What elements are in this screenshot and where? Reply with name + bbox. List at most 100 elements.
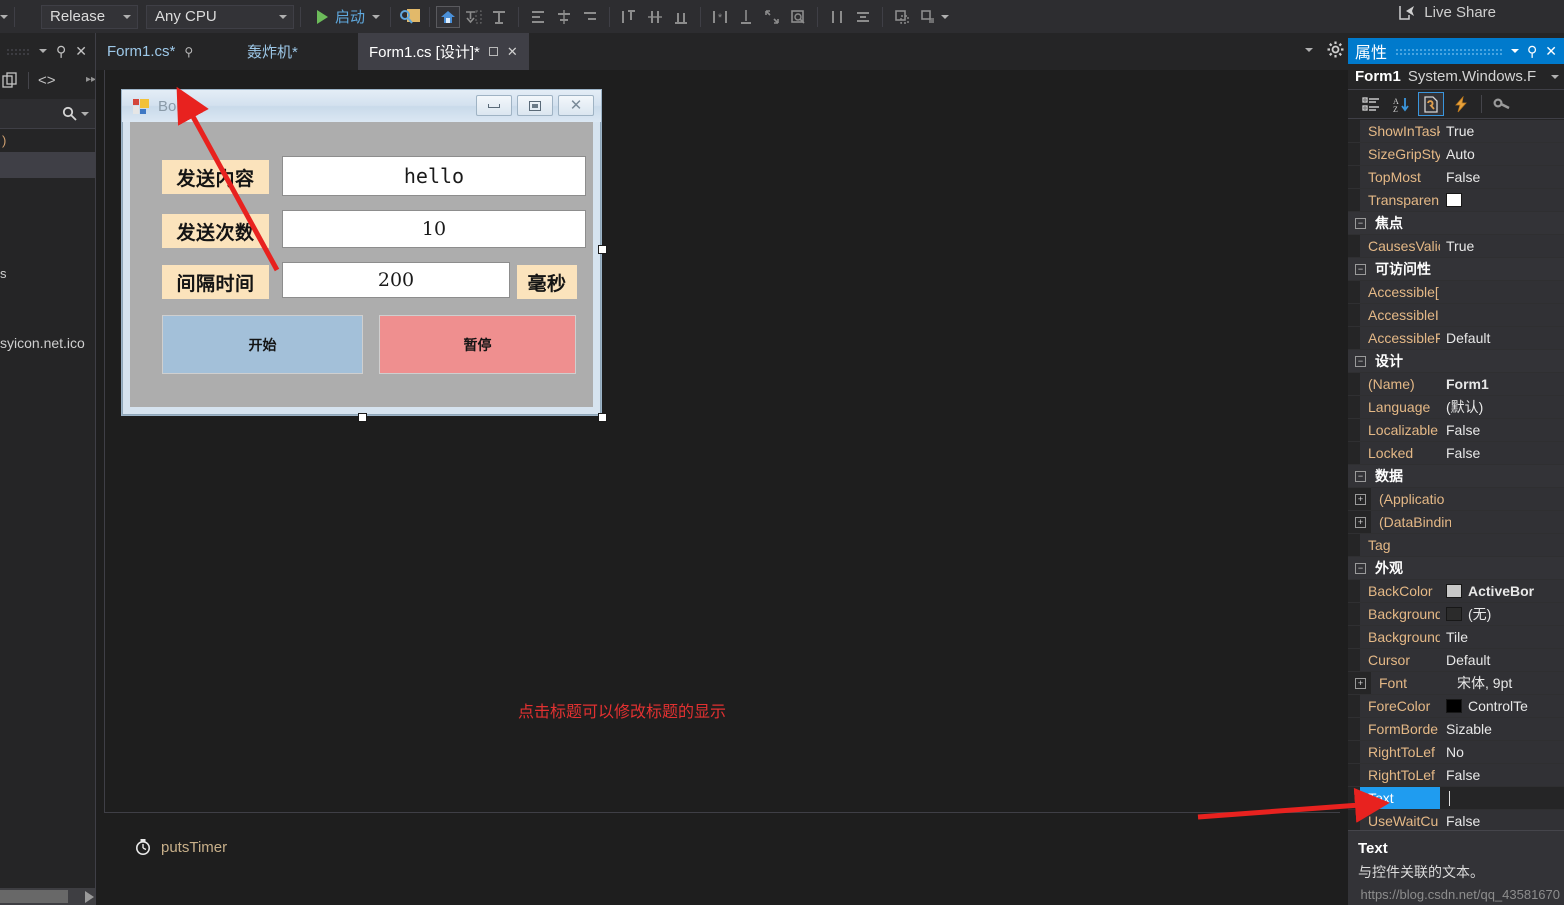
send-to-back-icon[interactable] [915,4,941,30]
property-name[interactable]: Cursor [1360,649,1440,671]
component-tray[interactable]: putsTimer [104,812,1340,905]
property-row[interactable]: + Font 宋体, 9pt [1348,672,1564,695]
gear-icon[interactable] [1327,41,1344,58]
align-to-grid-icon[interactable] [486,4,512,30]
property-category-row[interactable]: − 焦点 [1348,212,1564,235]
property-value[interactable] [1440,534,1564,556]
scrollbar-thumb[interactable] [0,890,68,903]
live-share-button[interactable]: Live Share [1398,4,1496,21]
chevron-down-icon[interactable] [39,49,47,53]
property-name[interactable]: AccessibleI [1360,304,1440,326]
property-category-row[interactable]: − 外观 [1348,557,1564,580]
align-rights-icon[interactable] [577,4,603,30]
property-category-row[interactable]: − 设计 [1348,350,1564,373]
property-name[interactable]: BackColor [1360,580,1440,602]
tab-form1-designer[interactable]: Form1.cs [设计]* ✕ [358,33,529,70]
property-row[interactable]: + (DataBindin [1348,511,1564,534]
property-value[interactable]: True [1440,235,1564,257]
property-expander-icon[interactable]: + [1355,516,1366,528]
form-minimize-button[interactable] [476,95,512,116]
property-value[interactable]: False [1440,810,1564,832]
start-debug-button[interactable]: 启动 [307,6,384,27]
pin-icon[interactable]: ⚲ [184,45,193,59]
property-row[interactable]: Language (默认) [1348,396,1564,419]
solution-search-box[interactable] [0,99,96,129]
chevron-down-icon[interactable] [372,14,381,19]
close-icon[interactable]: ✕ [75,44,87,58]
property-value[interactable]: False [1440,419,1564,441]
category-expander-icon[interactable]: − [1355,217,1366,229]
property-row[interactable]: (Name) Form1 [1348,373,1564,396]
input-send-count[interactable]: 10 [282,210,586,248]
property-value[interactable]: (默认) [1440,396,1564,418]
property-name[interactable]: Accessible[ [1360,281,1440,303]
alphabetical-view-icon[interactable]: AZ [1388,92,1414,116]
vertical-spacing-icon[interactable] [850,4,876,30]
active-files-chevron-icon[interactable] [1305,47,1313,52]
horizontal-spacing-icon[interactable] [824,4,850,30]
align-middles-icon[interactable] [642,4,668,30]
pin-icon[interactable]: ⚲ [56,44,66,58]
resize-handle-bottom-right[interactable] [598,413,607,422]
label-milliseconds[interactable]: 毫秒 [517,265,577,299]
property-row[interactable]: TopMost False [1348,166,1564,189]
solution-tree-item-selected[interactable] [0,152,96,178]
label-send-count[interactable]: 发送次数 [162,214,269,248]
property-value[interactable]: Tile [1440,626,1564,648]
label-send-content[interactable]: 发送内容 [162,160,269,194]
property-value[interactable]: False [1440,166,1564,188]
form-close-button[interactable]: ✕ [558,95,594,116]
property-category-row[interactable]: − 数据 [1348,465,1564,488]
property-row[interactable]: BackColor ActiveBor [1348,580,1564,603]
align-tops-icon[interactable] [616,4,642,30]
form-client-area[interactable]: 发送内容 hello 发送次数 10 间隔时间 200 毫秒 开始 暂停 [130,122,593,407]
chevron-down-icon[interactable] [1511,49,1519,53]
search-toolbox-icon[interactable] [397,4,423,30]
property-name[interactable]: RightToLef [1360,764,1440,786]
property-value[interactable]: 宋体, 9pt [1451,672,1564,694]
code-view-icon[interactable]: <> [38,73,56,88]
component-tray-item-putstimer[interactable]: putsTimer [134,838,227,856]
scroll-right-arrow-icon[interactable] [85,891,94,903]
property-row[interactable]: AccessibleF Default [1348,327,1564,350]
events-view-icon[interactable] [1448,92,1474,116]
category-expander-icon[interactable]: − [1355,355,1366,367]
property-row[interactable]: FormBorde Sizable [1348,718,1564,741]
property-category-row[interactable]: − 可访问性 [1348,258,1564,281]
property-value[interactable] [1451,488,1564,510]
property-name[interactable]: SizeGripSty [1360,143,1440,165]
drag-handle-dots[interactable] [1395,47,1503,55]
property-value[interactable]: No [1440,741,1564,763]
pin-icon[interactable]: ⚲ [1527,44,1537,58]
properties-object-selector[interactable]: Form1 System.Windows.F [1348,64,1564,90]
property-value[interactable]: Default [1440,327,1564,349]
chevron-down-icon[interactable] [81,111,89,116]
align-centers-icon[interactable] [551,4,577,30]
property-name[interactable]: Font [1371,672,1451,694]
property-name[interactable]: Tag [1360,534,1440,556]
property-name[interactable]: ForeColor [1360,695,1440,717]
property-row[interactable]: AccessibleI [1348,304,1564,327]
property-name[interactable]: CausesValic [1360,235,1440,257]
input-send-content[interactable]: hello [282,156,586,196]
property-row[interactable]: SizeGripSty Auto [1348,143,1564,166]
solution-tree-item-b[interactable]: s [0,263,96,283]
make-same-height-icon[interactable] [733,4,759,30]
bring-to-front-icon[interactable] [889,4,915,30]
property-value[interactable]: Sizable [1440,718,1564,740]
category-expander-icon[interactable]: − [1355,263,1366,275]
property-row[interactable]: Backgroundc (无) [1348,603,1564,626]
property-value[interactable]: ControlTe [1440,695,1564,717]
property-row[interactable]: Tag [1348,534,1564,557]
property-value[interactable] [1440,304,1564,326]
property-value[interactable]: False [1440,764,1564,786]
close-icon[interactable]: ✕ [1545,44,1557,58]
make-same-width-icon[interactable]: * [707,4,733,30]
property-expander-icon[interactable]: + [1355,493,1366,505]
left-dock-hscrollbar[interactable] [0,888,96,905]
property-name[interactable]: FormBorde [1360,718,1440,740]
drag-handle-dots[interactable] [6,47,30,55]
property-name[interactable]: Localizable [1360,419,1440,441]
home-icon[interactable] [436,5,461,28]
configuration-combo[interactable]: Release [41,4,138,29]
